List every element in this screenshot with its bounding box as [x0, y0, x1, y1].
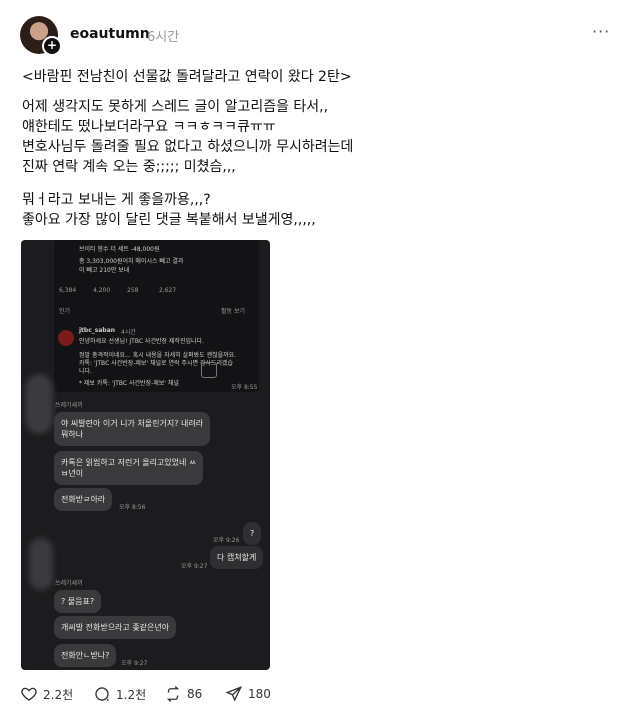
repost-icon: [164, 685, 182, 703]
jtbc-text: 니다.: [79, 368, 92, 375]
chat-bubble: 전화받ㄹ아라: [54, 488, 113, 511]
chat-bubble: 카톡은 읽씹하고 저런거 올리고있었네 ㅆ ㅂ년이: [54, 451, 204, 485]
like-count: 6,384: [59, 287, 77, 294]
like-button[interactable]: 2.2천: [20, 685, 73, 703]
comment-button[interactable]: 1.2천: [93, 685, 146, 703]
blurred-profile: [25, 374, 53, 434]
message-time: 오후 9:26: [213, 537, 240, 544]
comment-count: 4,200: [93, 287, 111, 294]
username[interactable]: eoautumn: [70, 26, 150, 42]
chat-screenshot-image[interactable]: 브이티 향수 더 세트 -48,000원 총 3,303,000원어치 메이시스…: [21, 240, 270, 670]
comment-icon: [93, 685, 111, 703]
chat-bubble: 전화안ㄴ받나?: [54, 644, 117, 667]
jtbc-avatar: [58, 330, 74, 346]
share-icon: [225, 685, 243, 703]
post-line: 얘한테도 떴나보더라구요 ㅋㅋㅎㅋㅋ큐ㅠㅠ: [22, 119, 276, 135]
blurred-profile: [29, 538, 53, 590]
post-actions: 2.2천 1.2천 86 180: [20, 685, 320, 705]
panel-text: 이 빼고 210만 보내: [79, 267, 130, 274]
post-title: <바람핀 전남친이 선물값 돌려달라고 연락이 왔다 2탄>: [22, 69, 352, 85]
chat-bubble: ?: [243, 522, 262, 545]
share-count: 180: [248, 687, 271, 701]
panel-text: 브이티 향수 더 세트 -48,000원: [79, 246, 160, 253]
message-time: 오후 8:55: [231, 384, 258, 391]
heart-icon: [20, 685, 38, 703]
thread-post: + eoautumn 6시간 ··· <바람핀 전남친이 선물값 돌려달라고 연…: [0, 0, 620, 709]
chat-bubble: 다 캡쳐할게: [210, 546, 264, 569]
jtbc-name: jtbc_saban: [79, 327, 116, 334]
message-time: 오후 9:27: [181, 563, 208, 570]
more-icon[interactable]: ···: [592, 22, 610, 41]
chat-bubble: ? 물음표?: [54, 590, 102, 613]
sender-name: 쓰레기새끼: [55, 580, 83, 587]
message-time: 오후 9:27: [121, 660, 148, 667]
chat-bubble: 개씨발 전화받으라고 좆같은년아: [54, 616, 177, 639]
like-count: 2.2천: [43, 687, 74, 702]
chat-bubble: 야 씨발련아 이거 니가 처올린거지? 내려라 뭐하나: [54, 412, 211, 446]
jtbc-time: 4시간: [121, 329, 136, 336]
post-line: 변호사님두 돌려줄 필요 없다고 하셨으니까 무시하려는데: [22, 139, 354, 155]
post-line: 어제 생각지도 못하게 스레드 글이 알고리즘을 타서,,: [22, 99, 329, 115]
repost-count: 86: [187, 687, 203, 701]
repost-count: 258: [127, 287, 139, 294]
scan-icon: [201, 362, 217, 378]
post-time: 6시간: [147, 30, 180, 45]
post-line: 뭐ㅓ라고 보내는 게 좋을까용,,,?: [22, 192, 211, 208]
post-line: 좋아요 가장 많이 달린 댓글 복붙해서 보낼게영,,,,,: [22, 212, 316, 228]
comment-count: 1.2천: [116, 687, 147, 702]
post-line: 진짜 연락 계속 오는 중;;;;; 미쳤슴,,,: [22, 159, 236, 175]
message-time: 오후 8:56: [119, 504, 146, 511]
repost-button[interactable]: 86: [164, 685, 202, 703]
jtbc-text: 안녕하세요 선생님! JTBC 사건반장 제작진입니다.: [79, 338, 204, 345]
plus-icon[interactable]: +: [42, 36, 62, 56]
jtbc-footer: * 제보 카톡: 'JTBC 사건반장-제보' 채널: [79, 380, 179, 387]
sender-name: 쓰레기새끼: [55, 402, 83, 409]
popular-label: 인기: [59, 308, 71, 315]
panel-text: 총 3,303,000원어치 메이시스 빼고 결과: [79, 258, 184, 265]
activity-label: 활동 보기: [221, 308, 245, 315]
share-count: 2,627: [159, 287, 177, 294]
share-button[interactable]: 180: [225, 685, 271, 703]
